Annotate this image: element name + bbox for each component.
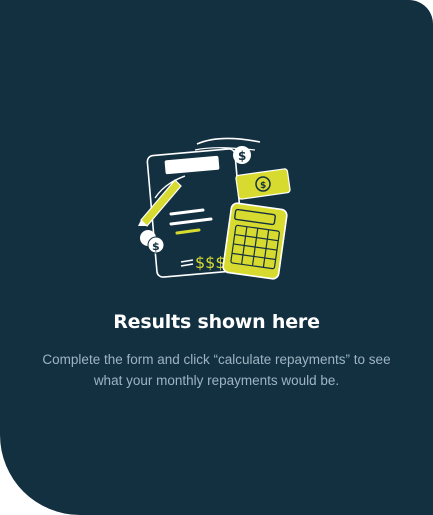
coin-dollar-sign-left: $ bbox=[152, 240, 160, 253]
coin-dollar-sign: $ bbox=[238, 149, 246, 163]
results-description: Complete the form and click “calculate r… bbox=[42, 352, 391, 388]
triple-dollar-text: $$$ bbox=[195, 253, 226, 272]
panel-corner bbox=[409, 0, 433, 24]
banknote-dollar-sign: $ bbox=[260, 181, 266, 191]
results-heading: Results shown here bbox=[113, 311, 320, 333]
results-panel: $$$ $ $ $ Results shown here Complete th… bbox=[0, 0, 433, 515]
calculator-illustration-icon: $$$ $ $ $ bbox=[138, 137, 291, 280]
